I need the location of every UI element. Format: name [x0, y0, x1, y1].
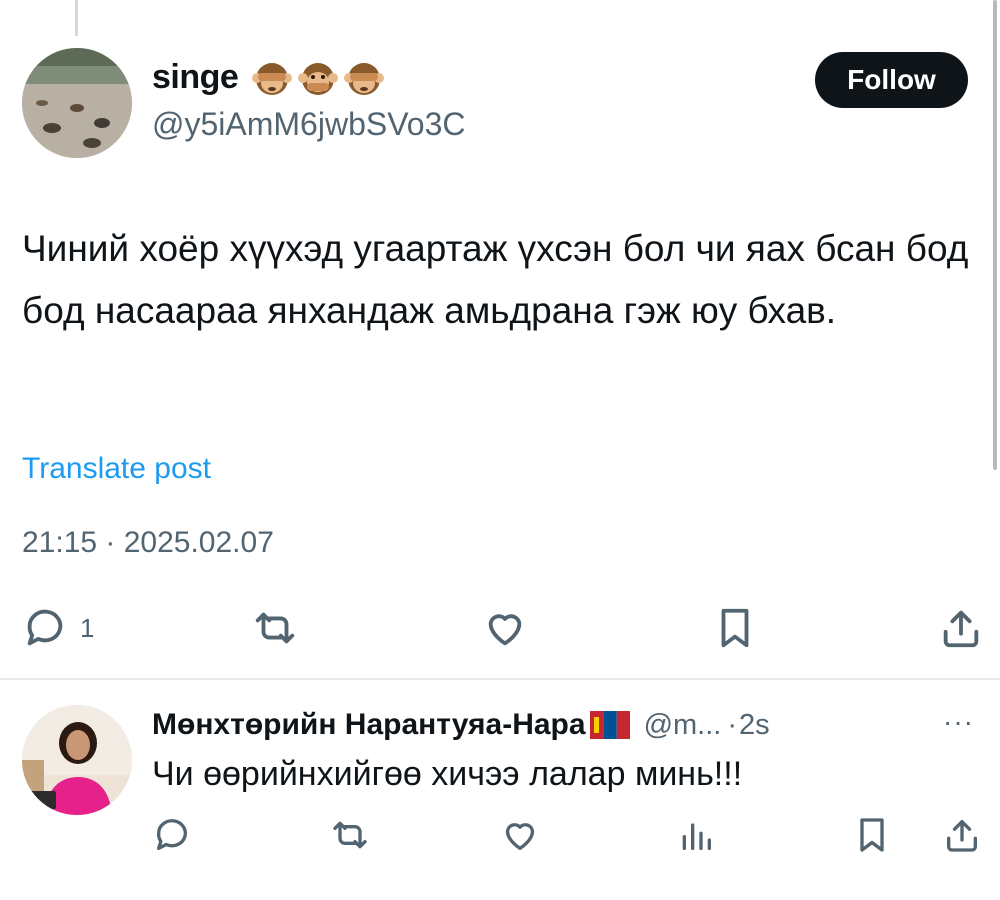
reply-like-button[interactable] [500, 815, 540, 855]
see-no-evil-monkey-icon [252, 62, 293, 95]
reply-count: 1 [80, 612, 95, 643]
author-handle[interactable]: @y5iAmM6jwbSVo3C [152, 106, 465, 143]
reply-author-name[interactable]: Мөнхтөрийн Нарантуяа-Нара [152, 708, 586, 742]
avatar-photo-woman [22, 705, 132, 815]
see-no-evil-monkey-icon [344, 62, 385, 95]
reply-share-button[interactable] [942, 815, 982, 855]
views-icon [682, 823, 711, 850]
heart-icon [488, 614, 522, 646]
post-timestamp[interactable]: 21:15 · 2025.02.07 [22, 526, 274, 560]
mongolia-flag-icon [589, 711, 630, 739]
repost-icon [333, 821, 367, 849]
post-text: Чиний хоёр хүүхэд угаартаж үхсэн бол чи … [22, 228, 969, 331]
reply-author-handle[interactable]: @m... [644, 709, 722, 742]
reply-header: Мөнхтөрийн Нарантуяа-Нара @m... · 2s [152, 705, 982, 745]
name-emojis [252, 59, 385, 97]
reply-text: Чи өөрийнхийгөө хичээ лалар минь!!! [152, 755, 743, 793]
share-icon [947, 820, 977, 852]
heart-icon [505, 823, 535, 850]
repost-icon [255, 612, 295, 644]
scrollbar[interactable] [993, 0, 997, 470]
repost-button[interactable] [252, 605, 298, 651]
like-button[interactable] [482, 605, 528, 651]
author-avatar[interactable] [22, 48, 132, 158]
reply-button[interactable]: 1 [22, 605, 94, 651]
translate-post-link[interactable]: Translate post [22, 452, 211, 486]
share-icon [943, 610, 979, 648]
comment-icon [156, 819, 187, 850]
reply-views-button[interactable] [676, 815, 716, 855]
reply-separator: · [727, 708, 738, 741]
divider [0, 678, 1000, 680]
author-display-name[interactable]: singe [152, 58, 239, 97]
avatar-photo-ducks [22, 48, 132, 158]
reply-bookmark-button[interactable] [852, 815, 892, 855]
reply-reply-button[interactable] [152, 815, 192, 855]
follow-button[interactable]: Follow [815, 52, 968, 108]
reply-repost-button[interactable] [330, 815, 370, 855]
share-button[interactable] [938, 605, 984, 651]
bookmark-icon [860, 818, 884, 852]
author-name-row: singe [152, 58, 385, 97]
speak-no-evil-monkey-icon [298, 62, 339, 95]
reply-author-avatar[interactable] [22, 705, 132, 815]
bookmark-button[interactable] [712, 605, 758, 651]
more-options-icon[interactable]: ··· [943, 706, 974, 738]
reply-time[interactable]: 2s [739, 709, 770, 742]
bookmark-icon [721, 608, 749, 648]
comment-icon [27, 609, 63, 646]
thread-connector-line [75, 0, 78, 36]
